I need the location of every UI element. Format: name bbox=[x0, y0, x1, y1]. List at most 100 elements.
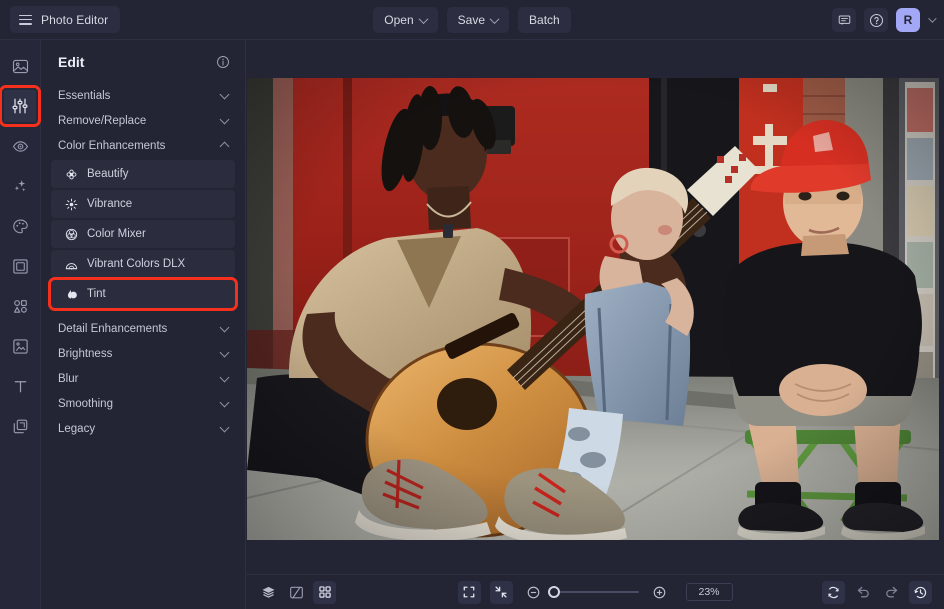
layers-stack-icon bbox=[13, 419, 27, 433]
help-button[interactable] bbox=[864, 8, 888, 32]
open-label: Open bbox=[384, 13, 414, 27]
group-color-enhancements[interactable]: Color Enhancements bbox=[41, 133, 245, 158]
sidebar-item-layers-tool[interactable] bbox=[4, 410, 36, 442]
top-bar: Photo Editor Open Save Batch R bbox=[0, 0, 944, 40]
history-clock-icon bbox=[914, 586, 927, 598]
page-title: Edit bbox=[58, 53, 85, 70]
chevron-down-icon bbox=[219, 89, 230, 99]
compare-button[interactable] bbox=[285, 581, 308, 604]
canvas-area[interactable] bbox=[246, 40, 944, 574]
collapse-arrows-icon bbox=[495, 586, 507, 598]
history-button[interactable] bbox=[909, 580, 932, 604]
eye-icon bbox=[12, 140, 28, 152]
group-label: Detail Enhancements bbox=[58, 322, 168, 335]
group-essentials[interactable]: Essentials bbox=[41, 83, 245, 108]
zoom-level-input[interactable]: 23% bbox=[685, 583, 733, 601]
zoom-out-button[interactable] bbox=[522, 581, 545, 604]
chevron-down-icon[interactable] bbox=[928, 14, 937, 23]
list-item-vibrance[interactable]: Vibrance bbox=[51, 190, 235, 218]
redo-arrow-icon bbox=[885, 586, 897, 598]
vibrant-colors-icon bbox=[64, 257, 78, 271]
photo-image[interactable] bbox=[247, 78, 939, 540]
group-legacy[interactable]: Legacy bbox=[41, 416, 245, 441]
sun-burst-icon bbox=[64, 197, 78, 211]
list-item-label: Vibrance bbox=[87, 198, 133, 210]
grid-four-icon bbox=[318, 586, 331, 598]
chevron-down-icon bbox=[219, 114, 230, 124]
chevron-up-icon bbox=[219, 141, 230, 152]
group-label: Smoothing bbox=[58, 397, 113, 410]
zoom-slider-handle[interactable] bbox=[547, 586, 560, 598]
chevron-down-icon bbox=[219, 422, 230, 432]
sidebar-item-crop-tool[interactable] bbox=[4, 330, 36, 362]
feedback-button[interactable] bbox=[832, 8, 856, 32]
sidebar-item-retouch-tool[interactable] bbox=[4, 130, 36, 162]
avatar[interactable]: R bbox=[896, 8, 920, 32]
sidebar-item-shapes-tool[interactable] bbox=[4, 290, 36, 322]
group-brightness[interactable]: Brightness bbox=[41, 341, 245, 366]
list-item-vibrant-colors-dlx[interactable]: Vibrant Colors DLX bbox=[51, 250, 235, 278]
group-label: Legacy bbox=[58, 422, 96, 435]
shapes-icon bbox=[13, 299, 27, 313]
sidebar-item-text-tool[interactable] bbox=[4, 370, 36, 402]
app-menu-button[interactable]: Photo Editor bbox=[10, 6, 121, 33]
zoom-in-button[interactable] bbox=[648, 581, 671, 604]
group-label: Blur bbox=[58, 372, 79, 385]
hamburger-icon bbox=[19, 14, 32, 25]
info-button[interactable] bbox=[216, 55, 230, 69]
batch-label: Batch bbox=[529, 13, 560, 27]
save-button[interactable]: Save bbox=[446, 7, 510, 33]
frame-icon bbox=[12, 258, 28, 274]
edit-panel: Edit Essentials Remove/Replace Color Enh… bbox=[41, 40, 246, 609]
text-icon bbox=[14, 380, 26, 392]
list-item-tint[interactable]: Tint bbox=[48, 277, 238, 311]
batch-button[interactable]: Batch bbox=[518, 7, 571, 33]
reset-button[interactable] bbox=[822, 580, 845, 604]
list-item-color-mixer[interactable]: Color Mixer bbox=[51, 220, 235, 248]
list-item-label: Vibrant Colors DLX bbox=[87, 258, 186, 270]
list-item-beautify[interactable]: Beautify bbox=[51, 160, 235, 188]
list-item-label: Color Mixer bbox=[87, 228, 146, 240]
group-smoothing[interactable]: Smoothing bbox=[41, 391, 245, 416]
redo-button[interactable] bbox=[880, 581, 903, 604]
group-label: Color Enhancements bbox=[58, 139, 166, 152]
flower-icon bbox=[64, 167, 78, 181]
group-detail-enhancements[interactable]: Detail Enhancements bbox=[41, 316, 245, 341]
chevron-down-icon bbox=[219, 322, 230, 332]
app-title: Photo Editor bbox=[41, 12, 109, 27]
refresh-icon bbox=[828, 586, 839, 598]
chevron-down-icon bbox=[219, 397, 230, 407]
bottom-left-tools bbox=[257, 580, 336, 604]
minus-circle-icon bbox=[527, 586, 539, 598]
chevron-down-icon bbox=[219, 347, 230, 357]
layers-icon bbox=[262, 586, 275, 598]
fit-to-screen-button[interactable] bbox=[457, 580, 481, 604]
image-icon bbox=[12, 59, 28, 73]
save-label: Save bbox=[457, 13, 486, 27]
sidebar-item-paint-tool[interactable] bbox=[4, 210, 36, 242]
grid-button[interactable] bbox=[313, 580, 336, 604]
top-bar-actions: Open Save Batch bbox=[0, 0, 944, 40]
undo-button[interactable] bbox=[851, 581, 874, 604]
layers-button[interactable] bbox=[257, 581, 280, 604]
crop-frame-icon bbox=[12, 338, 28, 354]
bottom-toolbar: 23% bbox=[246, 574, 944, 609]
undo-arrow-icon bbox=[857, 586, 869, 598]
group-blur[interactable]: Blur bbox=[41, 366, 245, 391]
zoom-slider[interactable] bbox=[547, 586, 639, 598]
sidebar-item-effects-tool[interactable] bbox=[4, 170, 36, 202]
sidebar-item-frame-tool[interactable] bbox=[4, 250, 36, 282]
sidebar-item-image-tool[interactable] bbox=[4, 50, 36, 82]
actual-size-button[interactable] bbox=[489, 580, 513, 604]
chevron-down-icon bbox=[418, 13, 429, 24]
photo-editor-window: Photo Editor Open Save Batch R Edit Esse… bbox=[0, 0, 944, 609]
comment-icon bbox=[838, 15, 850, 25]
fit-frame-icon bbox=[463, 586, 475, 598]
info-circle-icon bbox=[217, 55, 229, 68]
group-label: Essentials bbox=[58, 89, 111, 102]
chevron-down-icon bbox=[219, 372, 230, 382]
open-button[interactable]: Open bbox=[373, 7, 438, 33]
top-bar-user-area: R bbox=[832, 0, 937, 40]
group-remove-replace[interactable]: Remove/Replace bbox=[41, 108, 245, 133]
sidebar-item-adjust-tool[interactable] bbox=[0, 85, 41, 127]
